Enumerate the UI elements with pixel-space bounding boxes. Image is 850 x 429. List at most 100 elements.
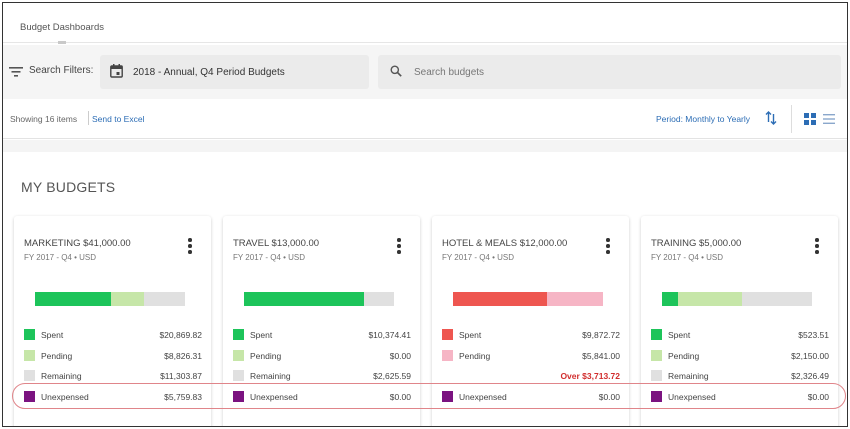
period-toggle-link[interactable]: Period: Monthly to Yearly — [656, 114, 750, 124]
legend-label: Spent — [668, 330, 691, 340]
more-options-icon[interactable] — [603, 238, 613, 258]
budget-card[interactable]: TRAVEL $13,000.00 FY 2017 - Q4 • USD Spent… — [223, 216, 420, 426]
divider — [88, 111, 89, 125]
legend-swatch — [651, 350, 662, 361]
legend-swatch — [442, 350, 453, 361]
card-title: HOTEL & MEALS $12,000.00 — [442, 238, 568, 249]
app-window: Budget Dashboards Search Filters: 2018 -… — [2, 2, 848, 427]
bar-segment-spent — [35, 292, 112, 306]
grid-view-icon[interactable] — [804, 113, 816, 128]
legend-value: $11,303.87 — [160, 371, 202, 381]
legend-label: Remaining — [41, 371, 82, 381]
bar-segment-remaining — [143, 292, 185, 306]
more-options-icon[interactable] — [812, 238, 822, 258]
bar-segment-spent — [244, 292, 364, 306]
card-subtitle: FY 2017 - Q4 • USD — [24, 253, 97, 262]
more-options-icon[interactable] — [185, 238, 195, 258]
legend-row: Unexpensed $0.00 — [233, 390, 413, 404]
legend-value: $523.51 — [798, 330, 829, 340]
legend-swatch — [24, 329, 35, 340]
bar-segment-spent — [453, 292, 548, 306]
search-input[interactable] — [414, 66, 794, 78]
legend-row: Spent $20,869.82 — [24, 328, 204, 342]
legend-label: Unexpensed — [459, 392, 507, 402]
legend-label: Unexpensed — [668, 392, 716, 402]
filter-bar: Search Filters: 2018 - Annual, Q4 Period… — [3, 45, 847, 99]
card-subtitle: FY 2017 - Q4 • USD — [442, 253, 515, 262]
top-bar: Budget Dashboards — [3, 3, 847, 44]
budgets-panel: MY BUDGETS MARKETING $41,000.00 FY 2017 -… — [3, 152, 847, 426]
bar-segment-remaining — [363, 292, 394, 306]
budget-progress-bar — [35, 292, 185, 306]
budget-card[interactable]: TRAINING $5,000.00 FY 2017 - Q4 • USD Spen… — [641, 216, 838, 426]
search-box[interactable] — [378, 55, 841, 89]
legend-row: Unexpensed $0.00 — [651, 390, 831, 404]
bar-segment-spent — [662, 292, 678, 306]
legend-value: $2,625.59 — [373, 371, 411, 381]
legend-label: Pending — [668, 351, 700, 361]
legend-value: $2,326.49 — [791, 371, 829, 381]
bar-segment-pending — [111, 292, 144, 306]
legend-swatch — [233, 329, 244, 340]
legend-row: Unexpensed $0.00 — [442, 390, 622, 404]
card-title: TRAINING $5,000.00 — [651, 238, 742, 249]
budget-progress-bar — [662, 292, 812, 306]
legend-value: $20,869.82 — [159, 330, 202, 340]
search-icon — [390, 65, 402, 80]
legend-row: Remaining $11,303.87 — [24, 369, 204, 383]
legend-row: Pending $8,826.31 — [24, 349, 204, 363]
over-budget-value: Over $3,713.72 — [560, 371, 620, 381]
legend-label: Unexpensed — [41, 392, 89, 402]
legend-label: Remaining — [668, 371, 709, 381]
legend-swatch — [24, 391, 35, 402]
period-select[interactable]: 2018 - Annual, Q4 Period Budgets — [100, 55, 369, 89]
legend-value: $5,759.83 — [164, 392, 202, 402]
list-view-icon[interactable] — [823, 113, 835, 128]
calendar-icon — [110, 63, 123, 81]
legend-row: Pending $5,841.00 — [442, 349, 622, 363]
bar-segment-remaining — [742, 292, 812, 306]
legend-value: $8,826.31 — [164, 351, 202, 361]
legend-swatch — [651, 329, 662, 340]
card-subtitle: FY 2017 - Q4 • USD — [233, 253, 306, 262]
bar-segment-pending — [547, 292, 603, 306]
legend-label: Pending — [41, 351, 73, 361]
send-to-excel-link[interactable]: Send to Excel — [92, 114, 144, 124]
tab-indicator — [58, 41, 66, 44]
budget-card[interactable]: HOTEL & MEALS $12,000.00 FY 2017 - Q4 • U… — [432, 216, 629, 426]
filter-icon[interactable] — [9, 66, 23, 81]
legend-row: Spent $9,872.72 — [442, 328, 622, 342]
legend-row: Spent $10,374.41 — [233, 328, 413, 342]
card-subtitle: FY 2017 - Q4 • USD — [651, 253, 724, 262]
legend-row: Remaining $2,326.49 — [651, 369, 831, 383]
legend-row: Pending $2,150.00 — [651, 349, 831, 363]
legend-value: $5,841.00 — [582, 351, 620, 361]
legend-value: $10,374.41 — [368, 330, 411, 340]
legend-value: $9,872.72 — [582, 330, 620, 340]
content-area: MY BUDGETS MARKETING $41,000.00 FY 2017 -… — [3, 140, 847, 426]
budget-card[interactable]: MARKETING $41,000.00 FY 2017 - Q4 • USD Sp… — [14, 216, 211, 426]
legend-swatch — [651, 370, 662, 381]
card-title: TRAVEL $13,000.00 — [233, 238, 320, 249]
legend-row: Pending $0.00 — [233, 349, 413, 363]
results-toolbar: Showing 16 items Send to Excel Period: M… — [3, 99, 847, 139]
legend-swatch — [233, 391, 244, 402]
legend-row: Over $3,713.72 — [442, 369, 622, 383]
legend-label: Unexpensed — [250, 392, 298, 402]
legend-label: Spent — [250, 330, 273, 340]
sort-icon[interactable] — [765, 111, 777, 128]
legend-swatch — [24, 370, 35, 381]
legend-value: $0.00 — [389, 351, 411, 361]
legend-label: Spent — [41, 330, 64, 340]
filter-label: Search Filters: — [29, 65, 94, 76]
legend-value: $0.00 — [389, 392, 411, 402]
legend-label: Pending — [459, 351, 491, 361]
item-count: Showing 16 items — [10, 114, 78, 124]
legend-swatch — [651, 391, 662, 402]
legend-label: Pending — [250, 351, 282, 361]
legend-value: $2,150.00 — [791, 351, 829, 361]
budget-progress-bar — [453, 292, 603, 306]
more-options-icon[interactable] — [394, 238, 404, 258]
card-title: MARKETING $41,000.00 — [24, 238, 131, 249]
legend-swatch — [24, 350, 35, 361]
